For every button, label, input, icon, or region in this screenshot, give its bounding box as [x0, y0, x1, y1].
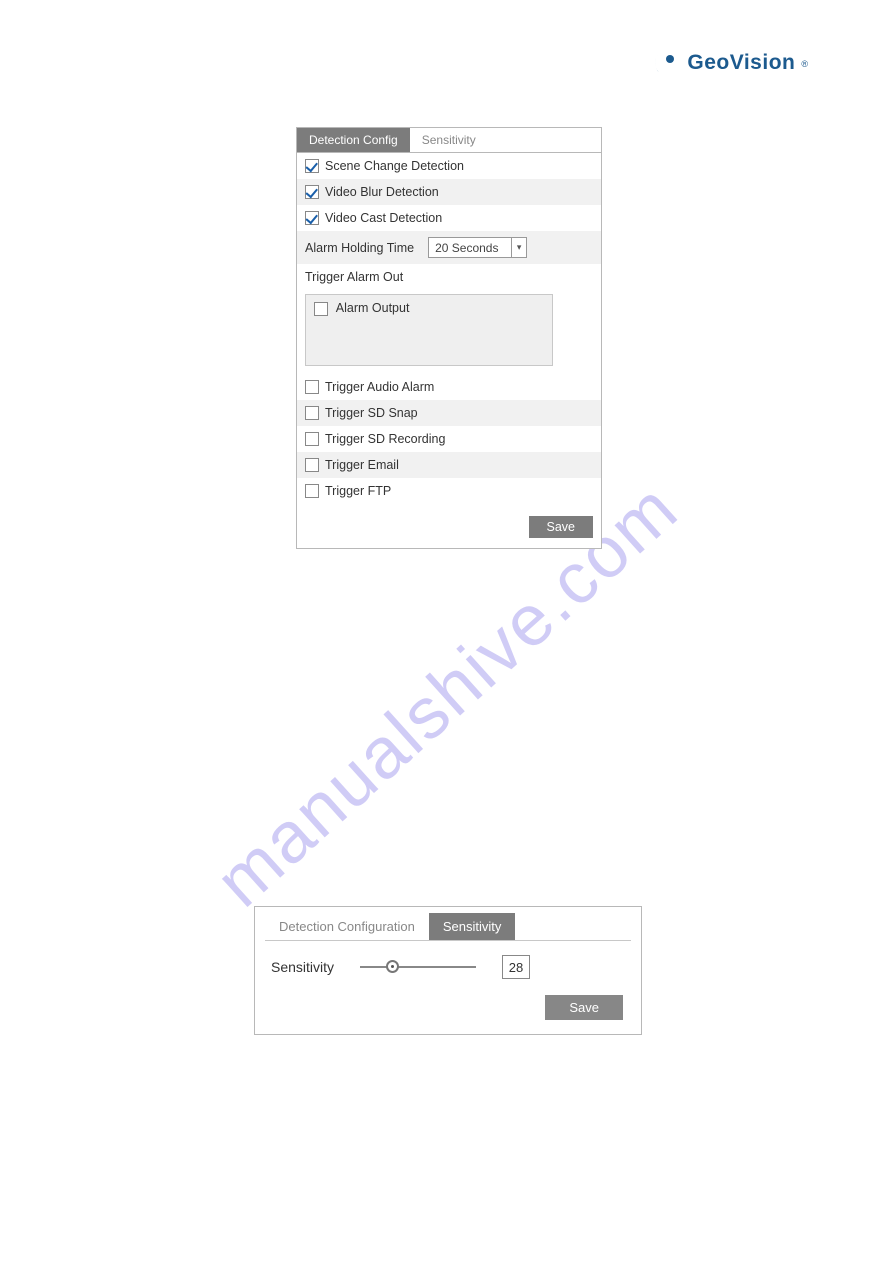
panel2-tabs: Detection Configuration Sensitivity	[265, 913, 631, 941]
holding-time-value: 20 Seconds	[429, 241, 511, 255]
row-video-cast: Video Cast Detection	[297, 205, 601, 231]
checkbox-video-cast[interactable]	[305, 211, 319, 225]
row-holding-time: Alarm Holding Time 20 Seconds ▾	[297, 231, 601, 264]
checkbox-alarm-output[interactable]	[314, 302, 328, 316]
tab-sensitivity-p1[interactable]: Sensitivity	[410, 128, 488, 152]
sensitivity-row: Sensitivity 28	[255, 941, 641, 989]
select-holding-time[interactable]: 20 Seconds ▾	[428, 237, 527, 258]
label-trigger-sd-snap: Trigger SD Snap	[325, 406, 418, 420]
detection-config-panel: Detection Config Sensitivity Scene Chang…	[296, 127, 602, 549]
alarm-output-box: Alarm Output	[305, 294, 553, 366]
checkbox-trigger-sd-snap[interactable]	[305, 406, 319, 420]
page: { "brand": { "name": "GeoVision" }, "wat…	[0, 0, 893, 1263]
row-trigger-alarm-out-label: Trigger Alarm Out	[297, 264, 601, 290]
label-video-cast: Video Cast Detection	[325, 211, 442, 225]
label-holding-time: Alarm Holding Time	[305, 241, 414, 255]
tab-detection-configuration[interactable]: Detection Configuration	[265, 913, 429, 940]
row-video-blur: Video Blur Detection	[297, 179, 601, 205]
label-alarm-output: Alarm Output	[336, 301, 410, 315]
label-video-blur: Video Blur Detection	[325, 185, 439, 199]
label-trigger-ftp: Trigger FTP	[325, 484, 391, 498]
sensitivity-panel: Detection Configuration Sensitivity Sens…	[254, 906, 642, 1035]
label-trigger-alarm-out: Trigger Alarm Out	[305, 270, 403, 284]
checkbox-trigger-audio[interactable]	[305, 380, 319, 394]
row-trigger-sd-rec: Trigger SD Recording	[297, 426, 601, 452]
panel1-tabs: Detection Config Sensitivity	[297, 128, 601, 153]
label-trigger-email: Trigger Email	[325, 458, 399, 472]
brand-logo: GeoVision ®	[651, 48, 808, 78]
tab-sensitivity-p2[interactable]: Sensitivity	[429, 913, 516, 940]
save-button-p2[interactable]: Save	[545, 995, 623, 1020]
row-scene-change: Scene Change Detection	[297, 153, 601, 179]
sensitivity-slider[interactable]	[360, 966, 476, 968]
checkbox-trigger-email[interactable]	[305, 458, 319, 472]
row-trigger-sd-snap: Trigger SD Snap	[297, 400, 601, 426]
brand-suffix: ®	[801, 59, 808, 69]
label-trigger-sd-rec: Trigger SD Recording	[325, 432, 445, 446]
label-sensitivity: Sensitivity	[271, 959, 334, 975]
checkbox-trigger-ftp[interactable]	[305, 484, 319, 498]
checkbox-video-blur[interactable]	[305, 185, 319, 199]
slider-knob[interactable]	[386, 960, 399, 973]
tab-detection-config[interactable]: Detection Config	[297, 128, 410, 152]
row-trigger-email: Trigger Email	[297, 452, 601, 478]
checkbox-scene-change[interactable]	[305, 159, 319, 173]
brand-name: GeoVision	[687, 51, 795, 75]
checkbox-trigger-sd-rec[interactable]	[305, 432, 319, 446]
chevron-down-icon: ▾	[511, 238, 526, 257]
row-trigger-audio: Trigger Audio Alarm	[297, 374, 601, 400]
geovision-crescent-icon	[651, 48, 681, 78]
label-trigger-audio: Trigger Audio Alarm	[325, 380, 434, 394]
row-trigger-ftp: Trigger FTP	[297, 478, 601, 504]
save-button-p1[interactable]: Save	[529, 516, 594, 538]
label-scene-change: Scene Change Detection	[325, 159, 464, 173]
sensitivity-value[interactable]: 28	[502, 955, 530, 979]
save-row-p2: Save	[255, 989, 641, 1020]
save-row-p1: Save	[297, 504, 601, 548]
